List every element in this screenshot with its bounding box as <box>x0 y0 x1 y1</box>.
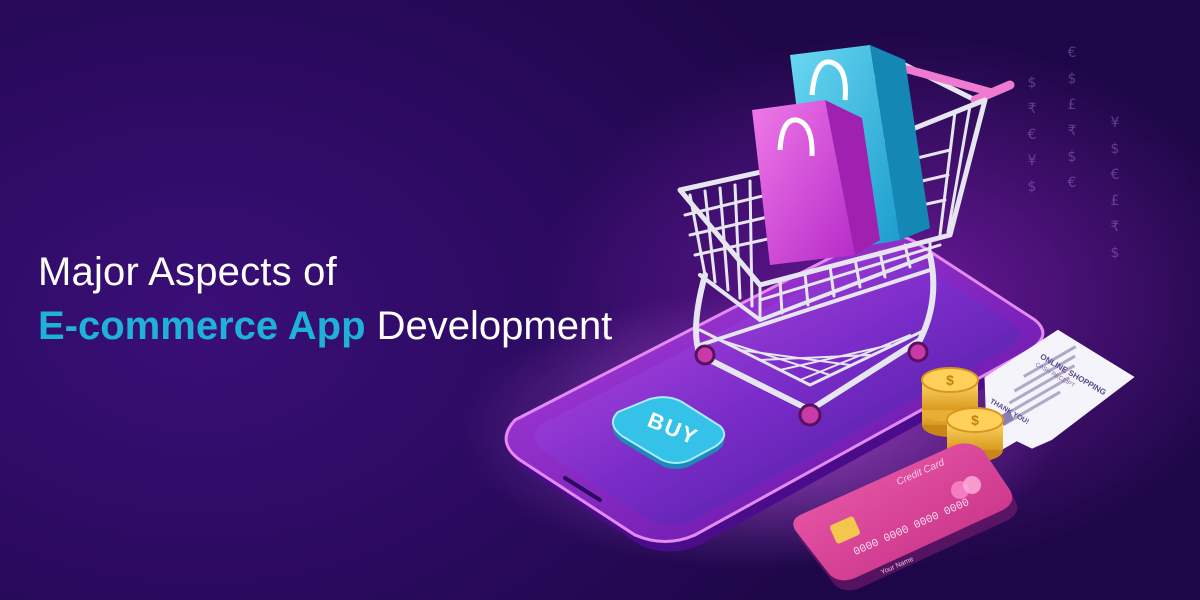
currency-symbols-col1: $ ₹ € ¥ $ <box>1027 75 1037 195</box>
headline-accent: E-commerce App <box>38 304 366 348</box>
shopping-bag-pink <box>752 100 880 265</box>
banner: $ $ BUY ONLINE SHOPPING CASH RECEIPT THA <box>0 0 1200 600</box>
svg-text:$: $ <box>971 412 979 428</box>
headline-line1: Major Aspects of <box>38 250 337 294</box>
headline-rest: Development <box>365 304 613 348</box>
currency-symbols-col2: € $ £ ₹ $ € <box>1067 45 1077 191</box>
headline-line2: E-commerce App Development <box>38 302 612 350</box>
currency-symbols-col3: ¥ $ € £ ₹ $ <box>1110 115 1120 261</box>
headline: Major Aspects of E-commerce App Developm… <box>38 248 612 350</box>
coin-dollar-icon: $ <box>946 372 954 388</box>
